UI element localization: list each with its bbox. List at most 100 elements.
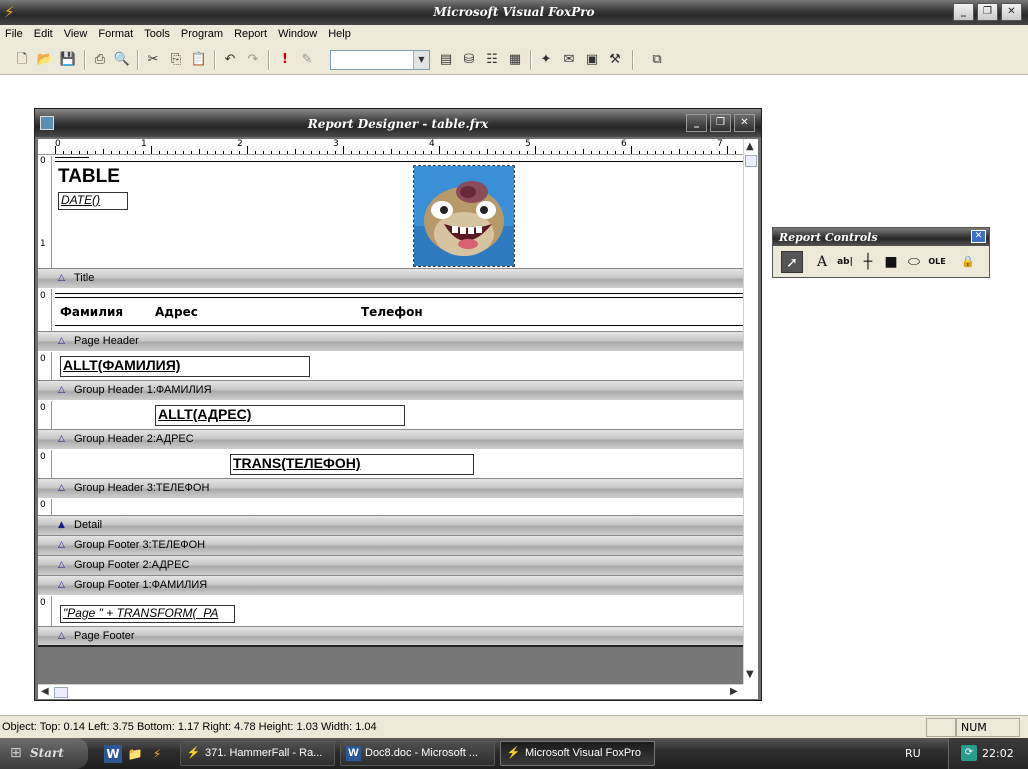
explorer-quicklaunch-icon[interactable]: 📁	[126, 745, 144, 763]
maximize-button[interactable]: ❐	[977, 3, 998, 21]
scroll-up-icon[interactable]: ▲	[746, 141, 754, 152]
save-icon[interactable]: 💾	[58, 50, 78, 70]
menu-format[interactable]: Format	[93, 25, 139, 45]
menu-window[interactable]: Window	[273, 25, 323, 45]
surname-field[interactable]: ALLT(ФАМИЛИЯ)	[60, 356, 310, 377]
column-label-address[interactable]: Адрес	[155, 305, 198, 319]
label-icon[interactable]: A	[811, 251, 833, 273]
ruler-tick	[191, 151, 192, 154]
field-icon[interactable]: ab|	[834, 251, 856, 273]
rd-maximize-button[interactable]: ❐	[710, 114, 731, 132]
horizontal-scrollbar[interactable]: ◀ ▶	[38, 684, 743, 699]
task-visual-foxpro[interactable]: ⚡ Microsoft Visual FoxPro	[500, 741, 655, 766]
status-bar: Object: Top: 0.14 Left: 3.75 Bottom: 1.1…	[0, 715, 1028, 738]
band-title[interactable]: △ Title	[38, 268, 743, 288]
report-designer-title-bar[interactable]: Report Designer - table.frx _ ❐ ✕	[35, 109, 761, 137]
menu-view[interactable]: View	[59, 25, 94, 45]
menu-file[interactable]: File	[0, 25, 29, 45]
print-preview-icon[interactable]: 🔍	[112, 50, 132, 70]
close-button[interactable]: ✕	[1001, 3, 1022, 21]
redo-icon[interactable]: ↷	[243, 50, 263, 70]
task-winamp[interactable]: ⚡ 371. HammerFall - Ra...	[180, 741, 335, 766]
picture-control[interactable]	[413, 165, 515, 267]
column-label-surname[interactable]: Фамилия	[60, 305, 123, 319]
menu-program[interactable]: Program	[176, 25, 229, 45]
properties-icon[interactable]: ☷	[482, 50, 502, 70]
ruler-tick	[55, 146, 56, 154]
task-word-document[interactable]: W Doc8.doc - Microsoft ...	[340, 741, 495, 766]
forms-icon[interactable]: ⧉	[647, 50, 667, 70]
band-group-footer-3[interactable]: △ Group Footer 3:ТЕЛЕФОН	[38, 535, 743, 555]
cut-icon[interactable]: ✂	[143, 50, 163, 70]
scroll-left-icon[interactable]: ◀	[41, 686, 49, 697]
menu-edit[interactable]: Edit	[29, 25, 59, 45]
rectangle-icon[interactable]: ■	[880, 251, 902, 273]
scroll-right-icon[interactable]: ▶	[730, 686, 738, 697]
report-heading[interactable]: TABLE	[58, 166, 120, 188]
report-wizard-icon[interactable]: ✉	[559, 50, 579, 70]
menu-help[interactable]: Help	[323, 25, 357, 45]
minimize-button[interactable]: _	[953, 3, 974, 21]
build-icon[interactable]: ⚒	[605, 50, 625, 70]
page-number-field[interactable]: "Page " + TRANSFORM(_PA	[60, 605, 235, 623]
band-group-footer-1[interactable]: △ Group Footer 1:ФАМИЛИЯ	[38, 575, 743, 595]
report-canvas[interactable]: 0 1 2 3 4 5 6 7 0 1 TABLE DATE() △ Title…	[38, 139, 758, 699]
tray-app-icon[interactable]: ⟳	[961, 745, 977, 761]
top-line[interactable]	[55, 161, 743, 162]
open-icon[interactable]: 📂	[35, 50, 55, 70]
phone-field[interactable]: TRANS(ТЕЛЕФОН)	[230, 454, 474, 475]
scroll-thumb[interactable]	[745, 155, 757, 167]
menu-tools[interactable]: Tools	[139, 25, 176, 45]
header-line-top[interactable]	[55, 293, 743, 294]
report-controls-title-bar[interactable]: Report Controls ✕	[773, 228, 989, 246]
header-line-top2[interactable]	[55, 297, 743, 298]
foxpro-quicklaunch-icon[interactable]: ⚡	[148, 745, 166, 763]
page-number-expr: "Page " + TRANSFORM(_PA	[63, 606, 219, 620]
start-button[interactable]: ⊞ Start	[0, 738, 88, 769]
undo-icon[interactable]: ↶	[220, 50, 240, 70]
menu-report[interactable]: Report	[229, 25, 273, 45]
data-session-icon[interactable]: ⛁	[459, 50, 479, 70]
band-group-header-1[interactable]: △ Group Header 1:ФАМИЛИЯ	[38, 380, 743, 400]
picture-ole-icon[interactable]: OLE	[926, 251, 948, 273]
paste-icon[interactable]: 📋	[189, 50, 209, 70]
copy-icon[interactable]: ⎘	[166, 50, 186, 70]
band-label: Group Header 2:АДРЕС	[74, 433, 194, 445]
vertical-ruler: 0	[38, 352, 52, 380]
app-title-bar[interactable]: ⚡ Microsoft Visual FoxPro _ ❐ ✕	[0, 0, 1028, 25]
vertical-scrollbar[interactable]: ▲ ▼	[743, 139, 758, 684]
button-lock-icon[interactable]: 🔒	[957, 251, 979, 273]
band-page-header[interactable]: △ Page Header	[38, 331, 743, 351]
word-quicklaunch-icon[interactable]: W	[104, 745, 122, 763]
date-field[interactable]: DATE()	[58, 192, 128, 210]
line-icon[interactable]: ┼	[857, 251, 879, 273]
chevron-down-icon[interactable]: ▼	[413, 51, 429, 69]
rd-minimize-button[interactable]: _	[686, 114, 707, 132]
band-group-header-2[interactable]: △ Group Header 2:АДРЕС	[38, 429, 743, 449]
new-icon[interactable]: 🗋	[12, 50, 32, 70]
rd-close-button[interactable]: ✕	[734, 114, 755, 132]
command-window-icon[interactable]: ▤	[436, 50, 456, 70]
object-combo[interactable]: ▼	[330, 50, 430, 70]
address-field[interactable]: ALLT(АДРЕС)	[155, 405, 405, 426]
run-icon[interactable]: !	[275, 50, 295, 70]
form-wizard-icon[interactable]: ✦	[536, 50, 556, 70]
scroll-thumb[interactable]	[54, 687, 68, 698]
vruler-label: 0	[40, 598, 46, 608]
rounded-rectangle-icon[interactable]: ⬭	[903, 251, 925, 273]
pointer-icon[interactable]: ➚	[781, 251, 803, 273]
band-group-header-3[interactable]: △ Group Header 3:ТЕЛЕФОН	[38, 478, 743, 498]
header-line-bottom[interactable]	[55, 325, 743, 326]
close-icon[interactable]: ✕	[971, 230, 986, 243]
autoform-icon[interactable]: ▣	[582, 50, 602, 70]
column-label-phone[interactable]: Телефон	[361, 305, 423, 319]
band-detail[interactable]: ▲ Detail	[38, 515, 743, 535]
band-page-footer[interactable]: △ Page Footer	[38, 626, 743, 647]
language-indicator[interactable]: RU	[905, 747, 921, 760]
modify-form-icon[interactable]: ✎	[297, 50, 317, 70]
code-window-icon[interactable]: ▦	[505, 50, 525, 70]
print-icon[interactable]: ⎙	[90, 50, 110, 70]
band-group-footer-2[interactable]: △ Group Footer 2:АДРЕС	[38, 555, 743, 575]
scroll-down-icon[interactable]: ▼	[746, 669, 754, 680]
band-label: Detail	[74, 519, 103, 531]
